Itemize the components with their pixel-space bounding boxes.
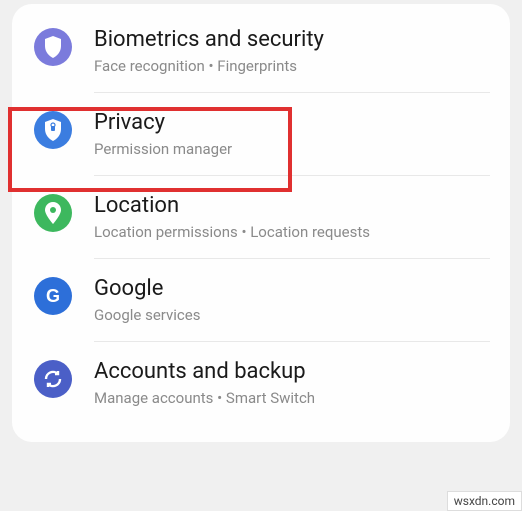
- item-text: Accounts and backup Manage accounts • Sm…: [94, 358, 490, 408]
- settings-item-google[interactable]: G Google Google services: [12, 259, 510, 341]
- item-text: Privacy Permission manager: [94, 109, 490, 159]
- settings-item-location[interactable]: Location Location permissions • Location…: [12, 176, 510, 258]
- settings-item-accounts[interactable]: Accounts and backup Manage accounts • Sm…: [12, 342, 510, 424]
- watermark: wsxdn.com: [447, 491, 522, 511]
- item-text: Biometrics and security Face recognition…: [94, 26, 490, 76]
- item-title: Location: [94, 192, 490, 221]
- item-subtitle: Permission manager: [94, 140, 490, 160]
- settings-item-biometrics[interactable]: Biometrics and security Face recognition…: [12, 10, 510, 92]
- google-icon: G: [34, 277, 72, 315]
- item-title: Accounts and backup: [94, 358, 490, 387]
- svg-text:G: G: [46, 286, 60, 306]
- shield-icon: [34, 28, 72, 66]
- privacy-shield-icon: [34, 111, 72, 149]
- settings-list: Biometrics and security Face recognition…: [12, 4, 510, 442]
- item-subtitle: Location permissions • Location requests: [94, 223, 490, 243]
- item-title: Biometrics and security: [94, 26, 490, 55]
- sync-icon: [34, 360, 72, 398]
- item-title: Google: [94, 275, 490, 304]
- location-pin-icon: [34, 194, 72, 232]
- item-subtitle: Manage accounts • Smart Switch: [94, 389, 490, 409]
- item-text: Google Google services: [94, 275, 490, 325]
- settings-item-privacy[interactable]: Privacy Permission manager: [12, 93, 510, 175]
- item-subtitle: Google services: [94, 306, 490, 326]
- item-text: Location Location permissions • Location…: [94, 192, 490, 242]
- item-title: Privacy: [94, 109, 490, 138]
- item-subtitle: Face recognition • Fingerprints: [94, 57, 490, 77]
